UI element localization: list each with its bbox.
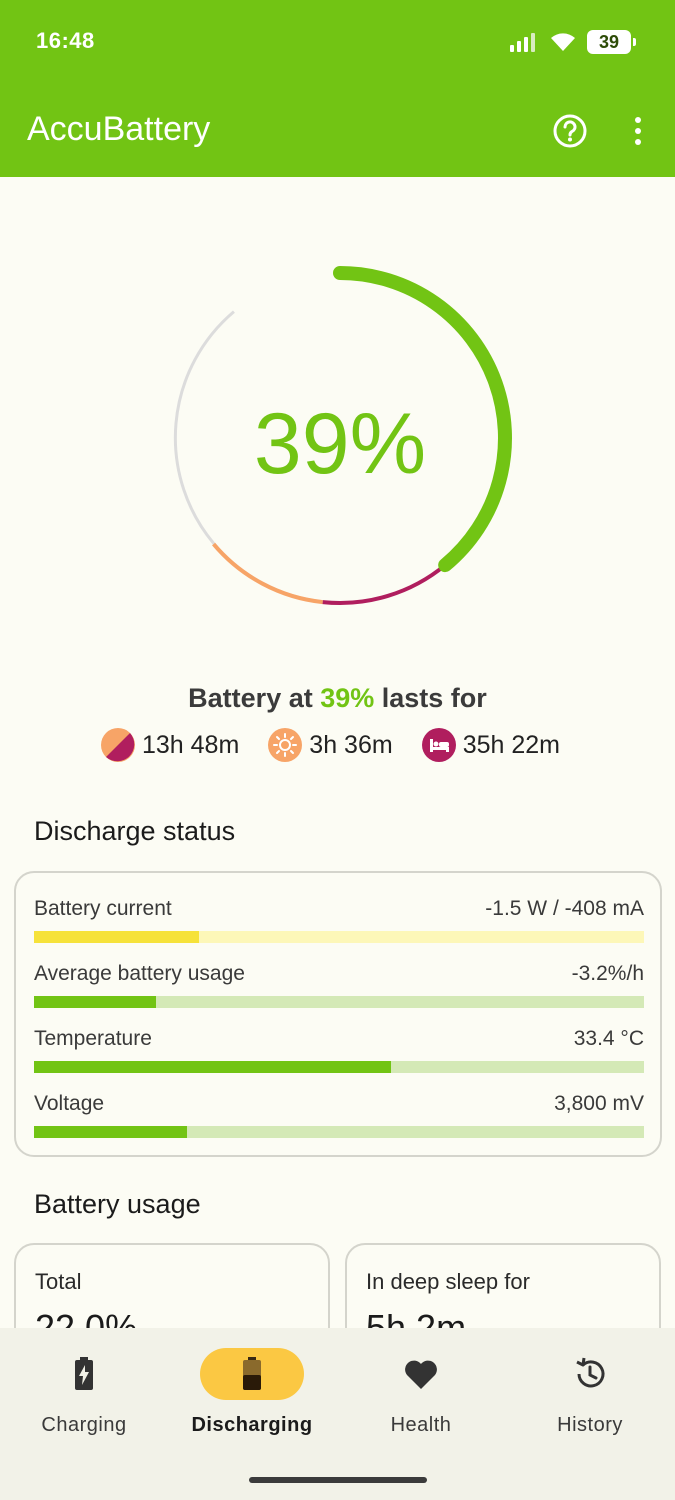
mixed-usage-icon [101,728,135,762]
discharge-status-title: Discharge status [34,816,236,846]
app-title: AccuBattery [27,110,211,148]
status-battery: 39 [587,30,636,54]
help-circle-icon[interactable] [552,113,588,149]
nav-health[interactable]: Health [337,1328,505,1458]
estimate-sleep: 35h 22m [421,727,560,763]
nav-charging[interactable]: Charging [0,1328,168,1458]
gauge-screen-on-arc [212,542,323,605]
sleep-bed-icon [421,728,456,762]
estimate-percent: 39% [320,683,375,713]
signal-icon [510,33,535,52]
estimate-list: 13h 48m 3h 36m 35h 22m [100,727,588,763]
voltage-bar [34,1126,644,1138]
history-icon [576,1357,605,1388]
gauge-screen-off-arc [322,563,447,605]
heart-icon [405,1360,437,1389]
nav-discharging[interactable]: Discharging [168,1328,336,1458]
discharge-status-card: Battery current -1.5 W / -408 mA Average… [14,871,662,1157]
gauge-percent: 39% [253,396,427,492]
home-indicator[interactable] [249,1477,427,1483]
nav-active-indicator [200,1348,304,1400]
status-icons: 39 [509,28,636,56]
temperature-bar [34,1061,644,1073]
bottom-nav: Charging Discharging Health History [0,1328,675,1500]
estimate-screen-on: 3h 36m [267,727,393,763]
battery-charging-icon [75,1357,93,1390]
more-vert-icon[interactable] [624,113,652,149]
battery-discharging-icon [243,1357,261,1390]
average-usage-bar [34,996,644,1008]
screen-on-icon [268,728,303,762]
battery-usage-title: Battery usage [34,1189,201,1219]
wifi-icon [551,33,575,51]
app-bar: 16:48 39 AccuBattery [0,0,675,177]
battery-current-bar [34,931,644,943]
nav-history[interactable]: History [506,1328,674,1458]
status-time: 16:48 [36,28,95,53]
estimate-headline: Battery at 39% lasts for [188,683,487,713]
estimate-mixed: 13h 48m [100,727,239,763]
